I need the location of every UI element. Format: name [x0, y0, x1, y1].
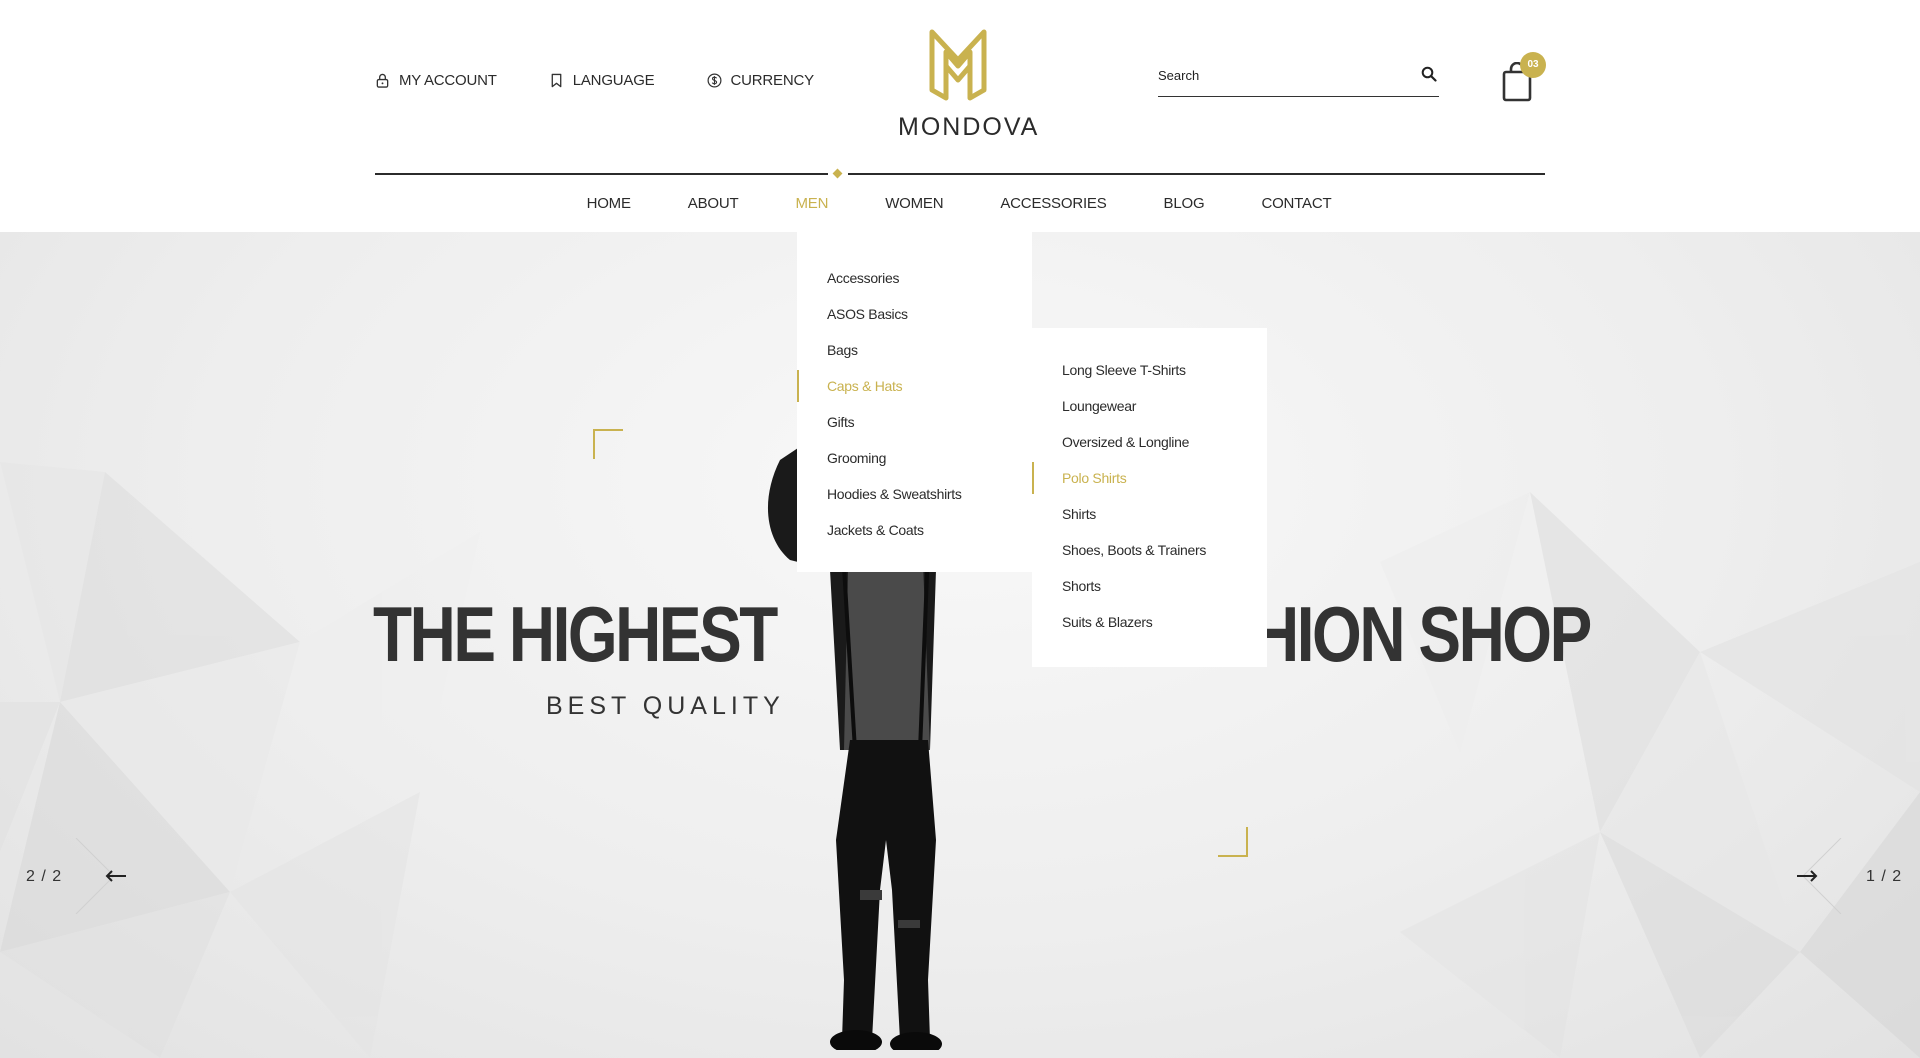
currency-link[interactable]: CURRENCY	[707, 72, 814, 89]
language-label: LANGUAGE	[572, 72, 655, 89]
language-link[interactable]: LANGUAGE	[549, 72, 655, 89]
nav-item-accessories[interactable]: ACCESSORIES	[1000, 190, 1106, 217]
submenu-item-long-sleeve-tshirts[interactable]: Long Sleeve T-Shirts	[1032, 358, 1267, 394]
divider-diamond-icon	[832, 168, 843, 179]
currency-label: CURRENCY	[730, 72, 815, 89]
dollar-icon	[707, 73, 721, 88]
my-account-label: MY ACCOUNT	[399, 72, 497, 89]
dropdown-item-gifts[interactable]: Gifts	[797, 410, 1032, 446]
submenu-item-oversized-longline[interactable]: Oversized & Longline	[1032, 430, 1267, 466]
logo-mark-icon	[929, 29, 987, 101]
site-header: MY ACCOUNT LANGUAGE CURRENCY MONDOVA 03	[0, 0, 1920, 232]
site-logo[interactable]: MONDOVA	[898, 26, 1040, 142]
top-links: MY ACCOUNT LANGUAGE CURRENCY	[375, 72, 814, 89]
search-icon[interactable]	[1421, 66, 1437, 82]
arrow-left-icon	[75, 838, 114, 914]
nav-item-contact[interactable]: CONTACT	[1261, 190, 1331, 217]
submenu-item-polo-shirts[interactable]: Polo Shirts	[1032, 462, 1267, 502]
logo-text: MONDOVA	[898, 113, 1040, 141]
hero-subheadline-left: BEST QUALITY	[546, 692, 785, 720]
men-submenu: Long Sleeve T-Shirts Loungewear Oversize…	[1032, 328, 1267, 667]
main-nav: HOME ABOUT MEN WOMEN ACCESSORIES BLOG CO…	[0, 190, 1920, 217]
nav-item-home[interactable]: HOME	[587, 190, 631, 217]
arrow-right-glyph-icon	[1797, 870, 1818, 882]
search-input[interactable]	[1158, 62, 1398, 86]
arrow-left-glyph-icon	[105, 870, 126, 882]
header-divider-right	[848, 173, 1545, 175]
prev-slide-button[interactable]	[38, 838, 126, 914]
nav-item-men[interactable]: MEN	[795, 190, 828, 217]
lock-icon	[376, 73, 389, 88]
submenu-item-shirts[interactable]: Shirts	[1032, 502, 1267, 538]
dropdown-item-hoodies-sweatshirts[interactable]: Hoodies & Sweatshirts	[797, 482, 1032, 518]
main-nav-items: HOME ABOUT MEN WOMEN ACCESSORIES BLOG CO…	[587, 190, 1332, 217]
submenu-item-loungewear[interactable]: Loungewear	[1032, 394, 1267, 430]
hero-bracket-bottom-right	[1218, 827, 1248, 857]
nav-item-about[interactable]: ABOUT	[688, 190, 739, 217]
dropdown-item-bags[interactable]: Bags	[797, 338, 1032, 374]
men-dropdown-menu: Accessories ASOS Basics Bags Caps & Hats…	[797, 232, 1032, 572]
my-account-link[interactable]: MY ACCOUNT	[375, 72, 497, 89]
submenu-item-shorts[interactable]: Shorts	[1032, 574, 1267, 610]
submenu-item-shoes-boots-trainers[interactable]: Shoes, Boots & Trainers	[1032, 538, 1267, 574]
dropdown-item-asos-basics[interactable]: ASOS Basics	[797, 302, 1032, 338]
dropdown-item-accessories[interactable]: Accessories	[797, 266, 1032, 302]
hero-headline-left: THE HIGHEST	[373, 590, 778, 678]
bookmark-icon	[551, 73, 562, 88]
nav-item-blog[interactable]: BLOG	[1164, 190, 1205, 217]
dropdown-item-caps-hats[interactable]: Caps & Hats	[797, 370, 1032, 410]
search-box	[1158, 62, 1439, 97]
cart-button[interactable]: 03	[1500, 52, 1550, 102]
nav-item-women[interactable]: WOMEN	[885, 190, 943, 217]
header-divider-left	[375, 173, 828, 175]
next-slide-button[interactable]	[1797, 838, 1879, 914]
submenu-item-suits-blazers[interactable]: Suits & Blazers	[1032, 610, 1267, 646]
dropdown-item-grooming[interactable]: Grooming	[797, 446, 1032, 482]
dropdown-item-jackets-coats[interactable]: Jackets & Coats	[797, 518, 1032, 554]
hero-bracket-top-left	[593, 429, 623, 459]
cart-count-badge: 03	[1520, 52, 1546, 78]
